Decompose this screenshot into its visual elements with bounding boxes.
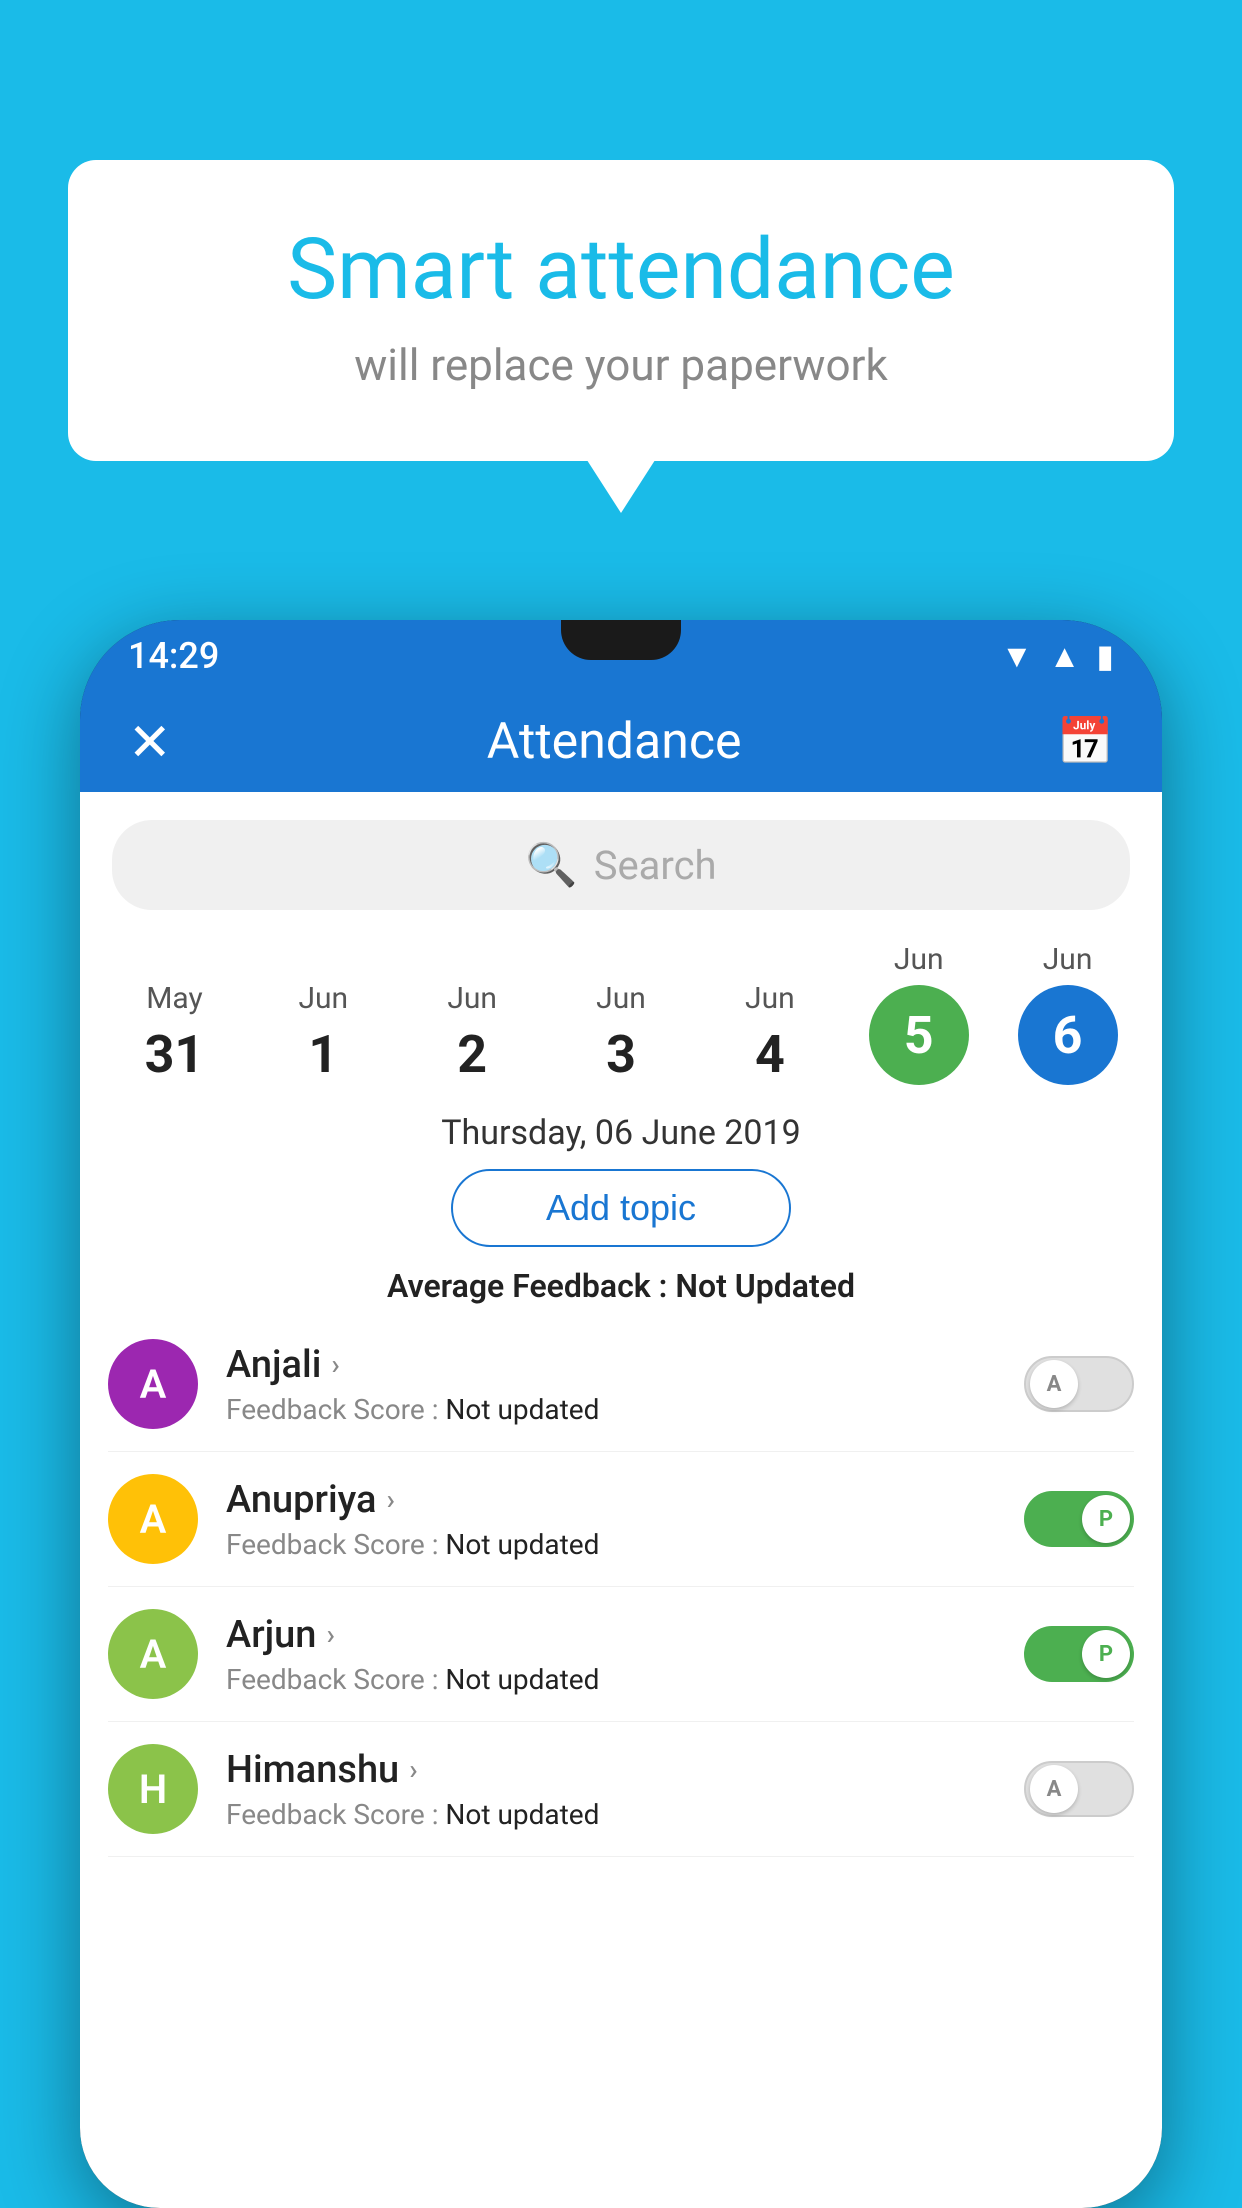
feedback-value: Not Updated: [675, 1267, 855, 1305]
phone-content: 🔍 Search May 31 Jun 1 Jun 2 Jun 3: [80, 792, 1162, 2208]
student-score-anjali: Feedback Score : Not updated: [226, 1393, 1024, 1426]
avatar-anupriya: A: [108, 1474, 198, 1564]
search-icon: 🔍: [525, 841, 577, 890]
student-info-himanshu: Himanshu › Feedback Score : Not updated: [226, 1748, 1024, 1831]
date-item-may31[interactable]: May 31: [100, 981, 249, 1085]
date-item-jun5[interactable]: Jun 5: [844, 942, 993, 1085]
speech-bubble-subtitle: will replace your paperwork: [148, 339, 1094, 391]
toggle-himanshu[interactable]: A: [1024, 1761, 1134, 1817]
student-info-anjali: Anjali › Feedback Score : Not updated: [226, 1343, 1024, 1426]
wifi-icon: ▼: [1001, 637, 1033, 675]
app-header: ✕ Attendance 📅: [80, 692, 1162, 792]
toggle-anupriya[interactable]: P: [1024, 1491, 1134, 1547]
speech-bubble: Smart attendance will replace your paper…: [68, 160, 1174, 461]
chevron-icon-anupriya: ›: [386, 1483, 394, 1516]
student-info-anupriya: Anupriya › Feedback Score : Not updated: [226, 1478, 1024, 1561]
toggle-arjun[interactable]: P: [1024, 1626, 1134, 1682]
attendance-toggle-anjali[interactable]: A: [1024, 1356, 1134, 1412]
toggle-anjali[interactable]: A: [1024, 1356, 1134, 1412]
student-item-arjun[interactable]: A Arjun › Feedback Score : Not updated P: [108, 1587, 1134, 1722]
status-time: 14:29: [128, 635, 219, 677]
app-title: Attendance: [487, 713, 742, 771]
status-icons: ▼ ▲ ▮: [1001, 637, 1114, 675]
student-item-himanshu[interactable]: H Himanshu › Feedback Score : Not update…: [108, 1722, 1134, 1857]
close-button[interactable]: ✕: [128, 712, 172, 773]
date-item-jun1[interactable]: Jun 1: [249, 981, 398, 1085]
signal-icon: ▲: [1049, 637, 1081, 675]
calendar-icon[interactable]: 📅: [1057, 715, 1114, 769]
avatar-arjun: A: [108, 1609, 198, 1699]
date-circle-jun6: 6: [1018, 985, 1118, 1085]
battery-icon: ▮: [1096, 637, 1114, 675]
search-placeholder: Search: [594, 842, 717, 889]
student-name-anjali: Anjali ›: [226, 1343, 1024, 1387]
attendance-toggle-anupriya[interactable]: P: [1024, 1491, 1134, 1547]
student-item-anupriya[interactable]: A Anupriya › Feedback Score : Not update…: [108, 1452, 1134, 1587]
chevron-icon-arjun: ›: [326, 1618, 334, 1651]
attendance-toggle-arjun[interactable]: P: [1024, 1626, 1134, 1682]
date-picker: May 31 Jun 1 Jun 2 Jun 3 Jun 4: [80, 930, 1162, 1093]
phone-frame: 14:29 ▼ ▲ ▮ ✕ Attendance 📅 🔍 Search May …: [80, 620, 1162, 2208]
student-info-arjun: Arjun › Feedback Score : Not updated: [226, 1613, 1024, 1696]
student-name-himanshu: Himanshu ›: [226, 1748, 1024, 1792]
attendance-toggle-himanshu[interactable]: A: [1024, 1761, 1134, 1817]
chevron-icon-anjali: ›: [331, 1348, 339, 1381]
avatar-anjali: A: [108, 1339, 198, 1429]
date-item-jun4[interactable]: Jun 4: [695, 981, 844, 1085]
student-list: A Anjali › Feedback Score : Not updated …: [80, 1317, 1162, 1857]
feedback-average: Average Feedback : Not Updated: [80, 1247, 1162, 1317]
phone-notch: [561, 620, 681, 660]
date-item-jun6[interactable]: Jun 6: [993, 942, 1142, 1085]
student-score-arjun: Feedback Score : Not updated: [226, 1663, 1024, 1696]
student-score-himanshu: Feedback Score : Not updated: [226, 1798, 1024, 1831]
add-topic-button[interactable]: Add topic: [451, 1169, 791, 1247]
feedback-label: Average Feedback :: [387, 1267, 675, 1305]
student-name-anupriya: Anupriya ›: [226, 1478, 1024, 1522]
avatar-himanshu: H: [108, 1744, 198, 1834]
date-item-jun2[interactable]: Jun 2: [398, 981, 547, 1085]
student-name-arjun: Arjun ›: [226, 1613, 1024, 1657]
student-score-anupriya: Feedback Score : Not updated: [226, 1528, 1024, 1561]
speech-bubble-title: Smart attendance: [148, 220, 1094, 319]
selected-date-label: Thursday, 06 June 2019: [80, 1093, 1162, 1169]
date-circle-jun5: 5: [869, 985, 969, 1085]
date-item-jun3[interactable]: Jun 3: [547, 981, 696, 1085]
chevron-icon-himanshu: ›: [409, 1753, 417, 1786]
status-bar: 14:29 ▼ ▲ ▮: [80, 620, 1162, 692]
student-item-anjali[interactable]: A Anjali › Feedback Score : Not updated …: [108, 1317, 1134, 1452]
search-bar[interactable]: 🔍 Search: [112, 820, 1130, 910]
